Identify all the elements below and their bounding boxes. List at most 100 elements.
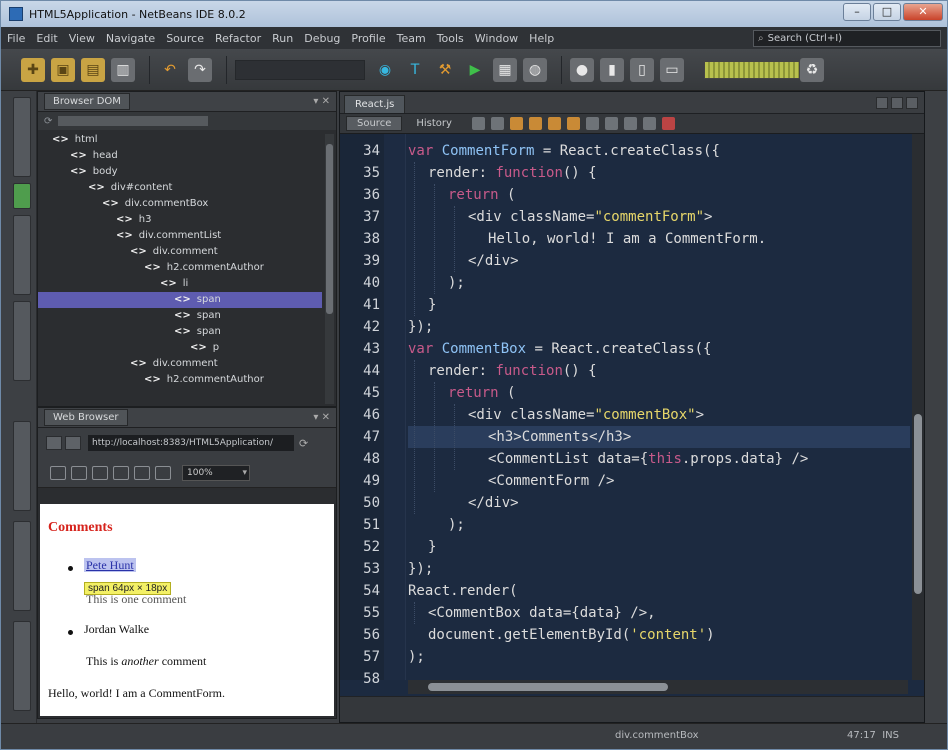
phone-icon[interactable] bbox=[92, 465, 108, 480]
code-line[interactable]: <CommentForm /> bbox=[408, 470, 614, 492]
scroll-left-icon[interactable] bbox=[876, 97, 888, 109]
shift-right-icon[interactable] bbox=[604, 117, 618, 130]
garbage-collect-icon[interactable]: ♻ bbox=[800, 57, 824, 82]
save-all-icon[interactable]: ▥ bbox=[111, 57, 135, 82]
forward-icon[interactable] bbox=[490, 117, 504, 130]
dom-panel-controls[interactable]: ▾ ✕ bbox=[313, 96, 330, 107]
text-tool-icon[interactable]: T bbox=[403, 58, 427, 82]
build-icon[interactable]: ⚒ bbox=[433, 58, 457, 82]
code-line[interactable]: </div> bbox=[408, 492, 519, 514]
tab-web-browser[interactable]: Web Browser bbox=[44, 409, 128, 426]
tab-browser-dom[interactable]: Browser DOM bbox=[44, 93, 130, 110]
scroll-right-icon[interactable] bbox=[891, 97, 903, 109]
code-line[interactable]: var CommentForm = React.createClass({ bbox=[408, 140, 720, 162]
code-line[interactable]: return ( bbox=[408, 382, 515, 404]
dom-node[interactable]: <> p bbox=[190, 340, 219, 356]
inspect-icon[interactable] bbox=[134, 465, 150, 480]
dom-node[interactable]: <> div.commentBox bbox=[102, 196, 208, 212]
editor-vertical-scrollbar[interactable] bbox=[912, 134, 924, 680]
dom-node[interactable]: <> li bbox=[160, 276, 188, 292]
dom-node[interactable]: <> div.comment bbox=[130, 244, 218, 260]
dom-node[interactable]: <> span bbox=[174, 324, 221, 340]
maximize-button[interactable]: □ bbox=[873, 3, 901, 21]
dom-node[interactable]: <> html bbox=[52, 132, 98, 148]
menu-source[interactable]: Source bbox=[166, 32, 204, 45]
menu-team[interactable]: Team bbox=[397, 32, 426, 45]
menu-run[interactable]: Run bbox=[272, 32, 293, 45]
menu-profile[interactable]: Profile bbox=[351, 32, 385, 45]
forward-button[interactable] bbox=[65, 436, 81, 450]
redo-icon[interactable]: ↷ bbox=[188, 57, 212, 82]
zoom-select[interactable]: 100% ▾ bbox=[182, 464, 250, 481]
configuration-select[interactable] bbox=[235, 59, 365, 80]
menu-tools[interactable]: Tools bbox=[437, 32, 464, 45]
search-input[interactable]: ⌕ Search (Ctrl+I) bbox=[753, 30, 941, 47]
step-icon[interactable]: ▯ bbox=[630, 57, 654, 82]
code-line[interactable]: return ( bbox=[408, 184, 515, 206]
comment-author-name[interactable]: Pete Hunt bbox=[84, 558, 136, 572]
profile-project-icon[interactable]: ◍ bbox=[523, 57, 547, 82]
dom-node[interactable]: <> h3 bbox=[116, 212, 151, 228]
tablet-icon[interactable] bbox=[71, 465, 87, 480]
dom-node[interactable]: <> head bbox=[70, 148, 118, 164]
dom-node[interactable]: <> body bbox=[70, 164, 118, 180]
dom-node[interactable]: <> span bbox=[174, 308, 221, 324]
menu-file[interactable]: File bbox=[7, 32, 25, 45]
code-line[interactable]: ); bbox=[408, 514, 465, 536]
undo-icon[interactable]: ↶ bbox=[158, 58, 182, 82]
stop-macro-icon[interactable] bbox=[661, 117, 675, 130]
fit-icon[interactable] bbox=[155, 465, 171, 480]
code-line[interactable]: ); bbox=[408, 646, 425, 668]
pause-icon[interactable]: ▮ bbox=[600, 57, 624, 82]
code-line[interactable]: Hello, world! I am a CommentForm. bbox=[408, 228, 766, 250]
menu-edit[interactable]: Edit bbox=[36, 32, 57, 45]
code-line[interactable]: } bbox=[408, 536, 436, 558]
dom-node[interactable]: <> div.comment bbox=[130, 356, 218, 372]
open-project-icon[interactable]: ▤ bbox=[81, 57, 105, 82]
toggle-highlight-icon[interactable] bbox=[566, 117, 580, 130]
code-line[interactable]: render: function() { bbox=[408, 360, 597, 382]
projects-side-tab[interactable] bbox=[13, 97, 31, 177]
dom-node[interactable]: <> h2.commentAuthor bbox=[144, 260, 264, 276]
css-styles-side-tab[interactable] bbox=[13, 521, 31, 611]
find-icon[interactable] bbox=[509, 117, 523, 130]
browser-icon[interactable]: ◉ bbox=[373, 58, 397, 82]
laptop-icon[interactable] bbox=[113, 465, 129, 480]
reload-icon[interactable]: ⟳ bbox=[299, 437, 308, 450]
dom-node[interactable]: <> div#content bbox=[88, 180, 172, 196]
tab-react-js[interactable]: React.js bbox=[344, 95, 406, 113]
code-line[interactable]: </div> bbox=[408, 250, 519, 272]
maximize-editor-icon[interactable] bbox=[906, 97, 918, 109]
tab-history[interactable]: History bbox=[406, 117, 462, 130]
continue-icon[interactable]: ▭ bbox=[660, 57, 684, 82]
code-line[interactable]: }); bbox=[408, 558, 433, 580]
debug-project-icon[interactable]: ▦ bbox=[493, 57, 517, 82]
code-line[interactable]: ); bbox=[408, 272, 465, 294]
code-line[interactable]: render: function() { bbox=[408, 162, 597, 184]
code-line[interactable]: <div className="commentBox"> bbox=[408, 404, 704, 426]
code-line[interactable]: React.render( bbox=[408, 580, 518, 602]
files-side-tab[interactable] bbox=[13, 215, 31, 295]
output-side-tab[interactable] bbox=[13, 621, 31, 711]
editor-horizontal-scrollbar[interactable] bbox=[408, 680, 908, 694]
menu-debug[interactable]: Debug bbox=[304, 32, 340, 45]
code-line[interactable]: document.getElementById('content') bbox=[408, 624, 715, 646]
uncomment-icon[interactable] bbox=[642, 117, 656, 130]
scrollbar-thumb[interactable] bbox=[914, 414, 922, 594]
code-line[interactable]: var CommentBox = React.createClass({ bbox=[408, 338, 711, 360]
run-project-icon[interactable]: ▶ bbox=[463, 58, 487, 82]
menu-help[interactable]: Help bbox=[529, 32, 554, 45]
back-button[interactable] bbox=[46, 436, 62, 450]
services-side-tab[interactable] bbox=[13, 301, 31, 381]
memory-usage-bar[interactable] bbox=[704, 60, 800, 79]
find-previous-icon[interactable] bbox=[528, 117, 542, 130]
scrollbar-thumb[interactable] bbox=[428, 683, 668, 691]
code-line[interactable]: } bbox=[408, 294, 436, 316]
menu-navigate[interactable]: Navigate bbox=[106, 32, 155, 45]
menu-view[interactable]: View bbox=[69, 32, 95, 45]
new-file-icon[interactable]: ✚ bbox=[21, 57, 45, 82]
code-line[interactable]: <h3>Comments</h3> bbox=[408, 426, 910, 448]
find-next-icon[interactable] bbox=[547, 117, 561, 130]
browser-url-field[interactable]: http://localhost:8383/HTML5Application/ bbox=[88, 435, 294, 451]
scrollbar-thumb[interactable] bbox=[326, 144, 333, 314]
